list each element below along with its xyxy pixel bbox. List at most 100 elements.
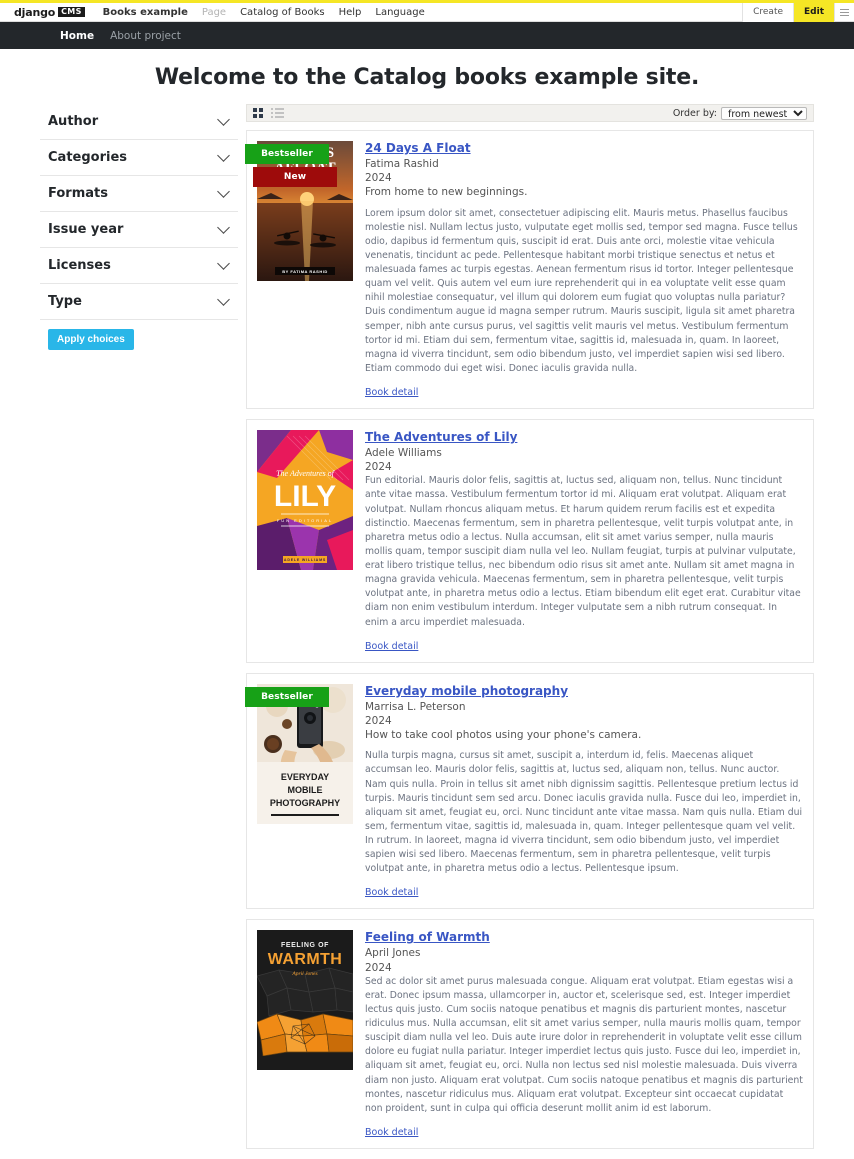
book-detail-link[interactable]: Book detail: [365, 887, 418, 898]
book-subtitle: How to take cool photos using your phone…: [365, 729, 642, 742]
order-by-select[interactable]: from newest: [721, 106, 807, 120]
order-by-control: Order by: from newest: [673, 106, 807, 120]
book-detail-link[interactable]: Book detail: [365, 1127, 418, 1138]
book-description: Lorem ipsum dolor sit amet, consectetuer…: [365, 207, 798, 374]
apply-choices-button[interactable]: Apply choices: [48, 329, 134, 350]
nav-link-home[interactable]: Home: [60, 30, 94, 42]
hamburger-line: [840, 11, 849, 13]
book-details: The Adventures of Lily Adele Williams 20…: [365, 430, 803, 652]
svg-text:PHOTOGRAPHY: PHOTOGRAPHY: [270, 798, 340, 808]
grid-cell: [253, 108, 257, 112]
svg-text:The Adventures of: The Adventures of: [276, 469, 336, 478]
filter-label-formats: Formats: [48, 186, 108, 201]
grid-cell: [253, 114, 257, 118]
cms-toolbar-actions: Create Edit: [742, 2, 854, 22]
book-list-main: Order by: from newest BY FATIMA RASHID B…: [245, 104, 814, 1159]
status-badge-bestseller: Bestseller: [245, 144, 329, 164]
filter-label-licenses: Licenses: [48, 258, 111, 273]
svg-text:April Jones: April Jones: [291, 971, 317, 977]
book-author: Marrisa L. Peterson: [365, 700, 466, 713]
grid-cell: [259, 114, 263, 118]
filter-group-type[interactable]: Type: [40, 284, 238, 320]
filter-label-author: Author: [48, 114, 99, 129]
list-line: [275, 108, 284, 110]
book-title-link[interactable]: Feeling of Warmth: [365, 930, 490, 944]
chevron-down-icon: [217, 113, 230, 126]
list-row: [271, 112, 284, 114]
book-year: 2024: [365, 714, 392, 727]
book-author: April Jones: [365, 947, 421, 960]
book-badges: Bestseller: [245, 686, 329, 710]
cms-menu-item-catalog-of-books[interactable]: Catalog of Books: [240, 7, 325, 18]
svg-text:BY FATIMA RASHID: BY FATIMA RASHID: [282, 269, 327, 274]
svg-text:WARMTH: WARMTH: [268, 951, 342, 968]
book-cover-wrapper: The Adventures of LILY FUN EDITORIAL ADE…: [257, 430, 353, 652]
filter-group-formats[interactable]: Formats: [40, 176, 238, 212]
filter-group-author[interactable]: Author: [40, 104, 238, 140]
cms-toolbar-menu: Books example Page Catalog of Books Help…: [103, 7, 425, 18]
list-toolbar: Order by: from newest: [246, 104, 814, 122]
book-description: Nulla turpis magna, cursus sit amet, sus…: [365, 750, 803, 875]
svg-text:MOBILE: MOBILE: [288, 785, 323, 795]
list-row: [271, 116, 284, 118]
django-cms-logo-badge: CMS: [58, 7, 85, 17]
cms-menu-item-help[interactable]: Help: [339, 7, 362, 18]
svg-text:EVERYDAY: EVERYDAY: [281, 772, 329, 782]
list-bullet: [271, 112, 273, 114]
svg-text:LILY: LILY: [274, 480, 336, 513]
book-detail-link[interactable]: Book detail: [365, 387, 418, 398]
chevron-down-icon: [217, 257, 230, 270]
book-title-link[interactable]: The Adventures of Lily: [365, 430, 517, 444]
site-navigation: Home About project: [0, 22, 854, 49]
create-button[interactable]: Create: [742, 2, 794, 22]
grid-view-icon[interactable]: [253, 108, 263, 118]
book-title-link[interactable]: Everyday mobile photography: [365, 684, 568, 698]
filter-sidebar: Author Categories Formats Issue year Lic…: [40, 104, 238, 350]
chevron-down-icon: [217, 185, 230, 198]
book-title-link[interactable]: 24 Days A Float: [365, 141, 471, 155]
book-details: Everyday mobile photography Marrisa L. P…: [365, 684, 803, 899]
book-details: 24 Days A Float Fatima Rashid 2024 From …: [365, 141, 803, 398]
status-badge-new: New: [253, 167, 337, 187]
page-title: Welcome to the Catalog books example sit…: [154, 65, 700, 90]
list-bullet: [271, 108, 273, 110]
hamburger-line: [840, 14, 849, 16]
django-cms-logo[interactable]: django CMS: [14, 6, 85, 19]
list-line: [275, 116, 284, 118]
filter-label-categories: Categories: [48, 150, 128, 165]
book-year: 2024: [365, 961, 392, 974]
book-cover-image[interactable]: The Adventures of LILY FUN EDITORIAL ADE…: [257, 430, 353, 571]
book-year: 2024: [365, 172, 392, 185]
book-card: The Adventures of LILY FUN EDITORIAL ADE…: [246, 419, 814, 663]
book-card: EVERYDAY MOBILE PHOTOGRAPHY Bestseller E…: [245, 672, 814, 910]
book-cover-wrapper: EVERYDAY MOBILE PHOTOGRAPHY Bestseller: [245, 683, 353, 899]
view-toggle-group: [253, 108, 284, 118]
edit-button[interactable]: Edit: [793, 2, 834, 22]
book-detail-link[interactable]: Book detail: [365, 641, 418, 652]
cms-menu-item-books-example[interactable]: Books example: [103, 7, 188, 18]
list-view-icon[interactable]: [271, 108, 284, 118]
filter-group-categories[interactable]: Categories: [40, 140, 238, 176]
nav-link-about-project[interactable]: About project: [110, 30, 181, 42]
filter-group-licenses[interactable]: Licenses: [40, 248, 238, 284]
book-author: Fatima Rashid: [365, 158, 439, 170]
book-cover-image[interactable]: FEELING OF WARMTH April Jones: [257, 930, 353, 1071]
book-description: Fun editorial. Mauris dolor felis, sagit…: [365, 475, 801, 628]
book-card: 24 DAYS AFLOAT BY FATIMA RASHID Bestsell…: [245, 130, 814, 410]
book-details: Feeling of Warmth April Jones 2024 Sed a…: [365, 930, 803, 1138]
svg-text:ADELE WILLIAMS: ADELE WILLIAMS: [284, 558, 326, 562]
django-cms-logo-text: django: [14, 5, 56, 19]
grid-cell: [259, 108, 263, 112]
filter-label-issue-year: Issue year: [48, 222, 124, 237]
page-layout: Author Categories Formats Issue year Lic…: [0, 104, 854, 1159]
chevron-down-icon: [217, 221, 230, 234]
cms-menu-item-language[interactable]: Language: [375, 7, 424, 18]
book-cover-wrapper: FEELING OF WARMTH April Jones: [257, 930, 353, 1138]
hamburger-menu-icon[interactable]: [834, 2, 854, 22]
list-line: [275, 112, 284, 114]
filter-group-issue-year[interactable]: Issue year: [40, 212, 238, 248]
chevron-down-icon: [217, 149, 230, 162]
cms-menu-item-page[interactable]: Page: [202, 7, 226, 18]
status-badge-bestseller: Bestseller: [245, 686, 329, 707]
list-bullet: [271, 116, 273, 118]
